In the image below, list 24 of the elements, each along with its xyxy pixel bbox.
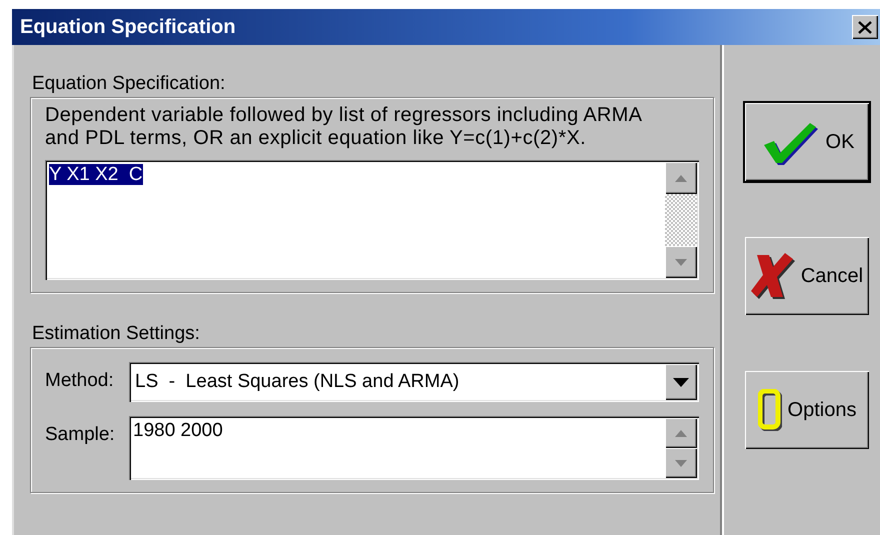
options-button[interactable]: Options bbox=[745, 371, 869, 449]
method-dropdown[interactable]: LS - Least Squares (NLS and ARMA) bbox=[129, 362, 699, 402]
cross-icon bbox=[750, 251, 795, 301]
window-title: Equation Specification bbox=[19, 16, 236, 38]
cancel-button[interactable]: Cancel bbox=[745, 237, 869, 315]
close-button[interactable] bbox=[852, 15, 878, 39]
scroll-up-button[interactable] bbox=[665, 418, 697, 448]
field-label: Method: bbox=[45, 369, 115, 392]
group-label: Equation Specification: bbox=[32, 73, 226, 95]
group-label: Estimation Settings: bbox=[32, 323, 200, 345]
scroll-up-button[interactable] bbox=[665, 162, 697, 194]
ring-icon bbox=[758, 389, 782, 431]
scroll-down-button[interactable] bbox=[665, 246, 697, 278]
field-label: Sample: bbox=[45, 423, 116, 446]
down-arrow-icon bbox=[675, 460, 687, 466]
description-text: Dependent variable followed by list of regressors including ARMA and PDL terms, OR an explicit equation like Y=c(1)+c(2)*X. bbox=[45, 104, 643, 150]
equation-field[interactable]: Y X1 X2 C bbox=[45, 160, 699, 280]
ok-button[interactable]: OK bbox=[745, 103, 869, 181]
sample-field[interactable]: 1980 2000 bbox=[129, 416, 699, 480]
up-arrow-icon bbox=[675, 430, 687, 436]
close-icon bbox=[858, 20, 872, 34]
up-arrow-icon bbox=[675, 174, 687, 182]
scroll-down-button[interactable] bbox=[665, 448, 697, 478]
down-arrow-icon bbox=[675, 258, 687, 266]
